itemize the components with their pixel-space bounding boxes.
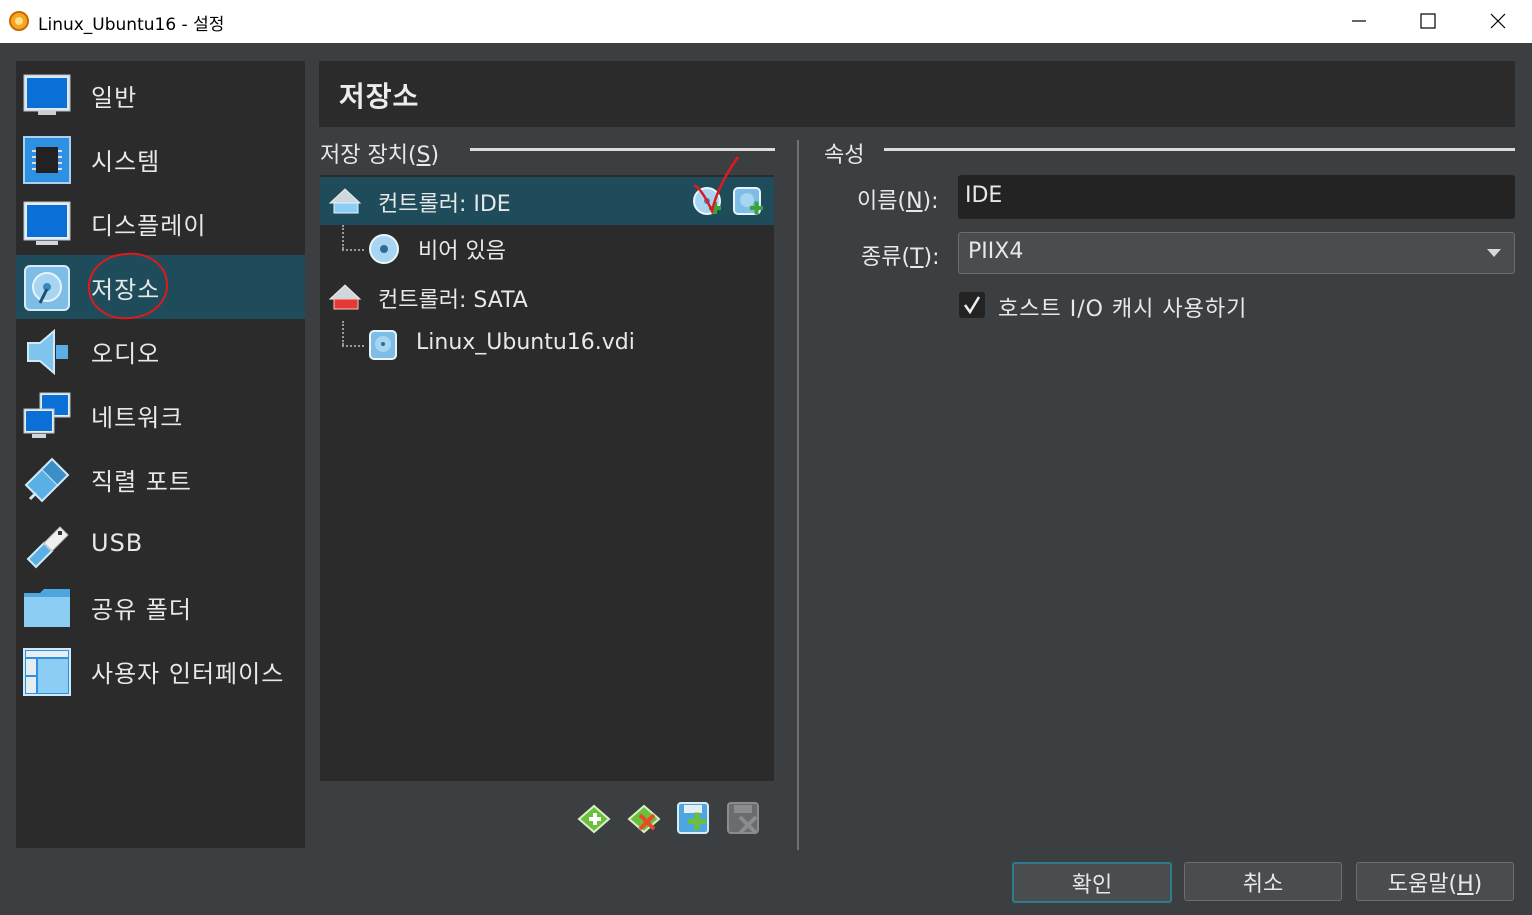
- sidebar-item-label: 공유 폴더: [91, 595, 192, 624]
- type-select[interactable]: PIIX4: [958, 232, 1515, 274]
- attributes-label: 속성: [824, 143, 865, 168]
- storage-devices-label: 저장 장치(S): [320, 143, 440, 168]
- cancel-button[interactable]: 취소: [1184, 862, 1342, 901]
- storage-tree[interactable]: 컨트롤러: IDE 비어 있음 컨트롤러: SATA Linux_Ubuntu1…: [320, 156, 774, 781]
- close-icon: [1490, 13, 1506, 29]
- help-button-label: 도움말(H): [1387, 871, 1483, 897]
- tree-row-hard-disk[interactable]: Linux_Ubuntu16.vdi: [320, 321, 774, 369]
- ok-button-label: 확인: [1071, 872, 1113, 898]
- sidebar-item-serial-port[interactable]: 직렬 포트: [16, 447, 305, 511]
- controller-icon: [328, 188, 362, 214]
- host-io-cache-label: 호스트 I/O 캐시 사용하기: [998, 297, 1248, 322]
- virtualbox-app-icon: [9, 11, 29, 31]
- tree-label: 컨트롤러: SATA: [378, 288, 528, 313]
- type-select-value: PIIX4: [968, 239, 1024, 264]
- page-header: 저장소: [319, 61, 1515, 127]
- page-title: 저장소: [339, 80, 420, 113]
- usb-icon: [26, 526, 69, 569]
- panel-separator: [797, 140, 799, 850]
- type-label: 종류(T):: [861, 245, 940, 270]
- storage-devices-divider: [470, 148, 775, 151]
- sidebar-item-label: 일반: [91, 83, 138, 112]
- minimize-button[interactable]: [1336, 6, 1382, 36]
- network-icon: [23, 392, 71, 438]
- sidebar-item-storage[interactable]: 저장소: [16, 248, 305, 324]
- cancel-button-label: 취소: [1242, 871, 1284, 897]
- sidebar-item-label: 저장소: [91, 275, 161, 304]
- annotation-red-check: [693, 156, 740, 215]
- sidebar-item-label: 사용자 인터페이스: [91, 659, 285, 688]
- host-io-cache-checkbox[interactable]: [959, 292, 985, 318]
- sidebar-item-network[interactable]: 네트워크: [16, 383, 305, 447]
- monitor-general-icon: [23, 74, 71, 115]
- tree-label: 컨트롤러: IDE: [378, 192, 511, 217]
- sidebar-item-label: 직렬 포트: [91, 467, 192, 496]
- remove-attachment-icon[interactable]: [726, 801, 762, 837]
- title-bar: Linux_Ubuntu16 - 설정: [0, 0, 1532, 43]
- add-attachment-icon[interactable]: [676, 801, 712, 837]
- name-input[interactable]: IDE: [958, 175, 1515, 219]
- hard-disk-icon: [369, 330, 397, 360]
- sidebar-item-system[interactable]: 시스템: [16, 127, 305, 191]
- help-button[interactable]: 도움말(H): [1356, 862, 1514, 901]
- maximize-icon: [1420, 13, 1436, 29]
- display-icon: [23, 201, 71, 245]
- sidebar-item-label: USB: [91, 529, 144, 557]
- sidebar-item-usb[interactable]: USB: [16, 511, 305, 575]
- serial-port-icon: [24, 457, 70, 503]
- maximize-button[interactable]: [1405, 6, 1451, 36]
- sidebar-item-general[interactable]: 일반: [16, 63, 305, 127]
- minimize-icon: [1352, 20, 1366, 22]
- add-controller-icon[interactable]: [576, 801, 612, 837]
- tree-row-controller-sata[interactable]: 컨트롤러: SATA: [320, 273, 774, 321]
- ok-button[interactable]: 확인: [1012, 862, 1172, 903]
- sidebar-item-label: 디스플레이: [91, 211, 207, 240]
- controller-icon: [328, 284, 362, 310]
- sidebar-item-label: 오디오: [91, 339, 161, 368]
- tree-row-empty-drive[interactable]: 비어 있음: [320, 225, 774, 273]
- storage-disk-icon: [24, 265, 70, 311]
- name-label: 이름(N):: [857, 189, 939, 214]
- sidebar-item-user-interface[interactable]: 사용자 인터페이스: [16, 639, 305, 703]
- remove-controller-icon[interactable]: [626, 801, 662, 837]
- tree-label: Linux_Ubuntu16.vdi: [416, 330, 635, 355]
- attributes-divider: [884, 148, 1515, 151]
- tree-row-controller-ide[interactable]: 컨트롤러: IDE: [320, 156, 774, 225]
- sidebar-item-label: 시스템: [91, 147, 161, 176]
- chip-icon: [23, 136, 71, 184]
- close-button[interactable]: [1475, 6, 1521, 36]
- settings-sidebar: 일반 시스템 디스플레이 저장소 오디오 네트워크 직렬 포트 USB 공유 폴…: [16, 61, 305, 848]
- sidebar-item-label: 네트워크: [91, 403, 184, 432]
- name-input-value: IDE: [965, 183, 1003, 208]
- sidebar-item-shared-folders[interactable]: 공유 폴더: [16, 575, 305, 639]
- ui-window-icon: [23, 648, 71, 696]
- folder-icon: [24, 589, 70, 627]
- window-title: Linux_Ubuntu16 - 설정: [38, 15, 225, 35]
- chevron-down-icon: [1487, 249, 1501, 257]
- check-icon: [963, 296, 981, 315]
- tree-label: 비어 있음: [418, 239, 506, 264]
- sidebar-item-display[interactable]: 디스플레이: [16, 191, 305, 255]
- optical-disc-icon: [369, 234, 399, 264]
- speaker-icon: [27, 328, 68, 376]
- sidebar-item-audio[interactable]: 오디오: [16, 319, 305, 383]
